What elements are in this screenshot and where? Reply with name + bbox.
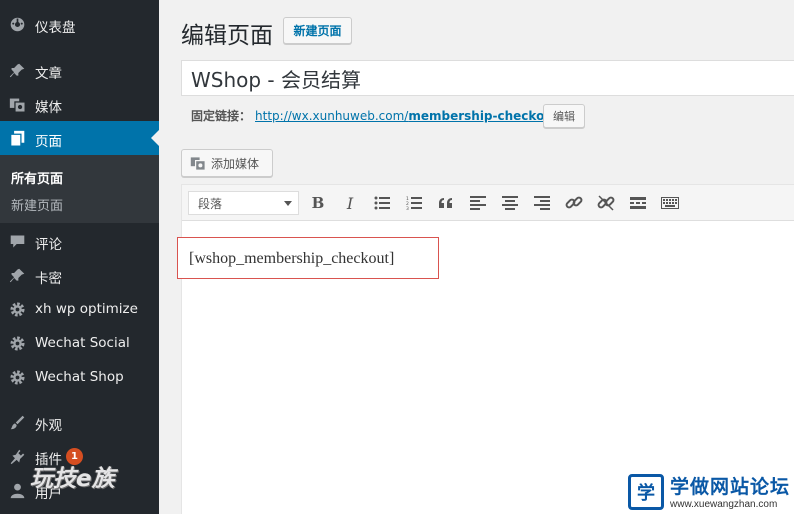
read-more-icon[interactable] — [626, 191, 650, 215]
sidebar-item-kami[interactable]: 卡密 — [0, 258, 159, 292]
edit-permalink-button[interactable]: 编辑 — [543, 104, 585, 128]
sidebar-item-label: 评论 — [35, 237, 62, 253]
sidebar-item-dashboard[interactable]: 仪表盘 — [0, 7, 159, 41]
current-indicator — [151, 130, 159, 146]
watermark-title: 学做网站论坛 — [670, 476, 791, 498]
sidebar-item-wechat-social[interactable]: Wechat Social — [0, 326, 159, 360]
numbered-list-icon[interactable]: 123 — [402, 191, 426, 215]
sidebar-item-label: Wechat Social — [35, 335, 130, 351]
sidebar-item-posts[interactable]: 文章 — [0, 53, 159, 87]
align-center-icon[interactable] — [498, 191, 522, 215]
editor-toolbar: 段落 B I 123 — [182, 185, 794, 221]
link-icon[interactable] — [562, 191, 586, 215]
toolbar-toggle-icon[interactable] — [658, 191, 682, 215]
pin-icon — [8, 61, 26, 79]
bullet-list-icon[interactable] — [370, 191, 394, 215]
add-media-button[interactable]: 添加媒体 — [181, 149, 273, 177]
gear-icon — [8, 368, 26, 386]
sidebar-item-label: 卡密 — [35, 271, 62, 287]
sidebar-item-appearance[interactable]: 外观 — [0, 405, 159, 439]
shortcode-highlight: [wshop_membership_checkout] — [177, 237, 439, 279]
media-icon — [8, 95, 26, 113]
sidebar-item-media[interactable]: 媒体 — [0, 87, 159, 121]
gear-icon — [8, 334, 26, 352]
post-title-input[interactable]: WShop - 会员结算 — [181, 60, 794, 96]
unlink-icon[interactable] — [594, 191, 618, 215]
watermark-url: www.xuewangzhan.com — [670, 499, 778, 510]
sidebar-item-label: 媒体 — [35, 100, 62, 116]
page-title: 编辑页面 — [181, 23, 273, 49]
permalink-link[interactable]: http://wx.xunhuweb.com/membership-checko… — [255, 109, 559, 123]
gear-icon — [8, 300, 26, 318]
editor-content[interactable]: [wshop_membership_checkout] — [189, 250, 394, 268]
svg-text:3: 3 — [406, 206, 409, 210]
sidebar-item-xh-wp-optimize[interactable]: xh wp optimize — [0, 292, 159, 326]
align-right-icon[interactable] — [530, 191, 554, 215]
sidebar-item-label: 文章 — [35, 66, 62, 82]
submenu-all-pages[interactable]: 所有页面 — [11, 168, 63, 187]
dashboard-icon — [8, 15, 26, 33]
user-icon — [8, 481, 26, 499]
sidebar-item-label: 仪表盘 — [35, 20, 76, 36]
pages-submenu: 所有页面 新建页面 — [0, 155, 159, 223]
submenu-new-page[interactable]: 新建页面 — [11, 195, 63, 214]
sidebar-item-label: 外观 — [35, 418, 62, 434]
sidebar-item-label: xh wp optimize — [35, 301, 138, 317]
blockquote-icon[interactable] — [434, 191, 458, 215]
permalink-label: 固定链接： — [191, 109, 252, 123]
sidebar-item-label: 页面 — [35, 134, 62, 150]
plugin-icon — [8, 447, 26, 465]
add-media-label: 添加媒体 — [211, 156, 260, 171]
watermark-xuewangzhan: 学 学做网站论坛 www.xuewangzhan.com — [628, 472, 794, 514]
pin-icon — [8, 266, 26, 284]
format-select[interactable]: 段落 — [188, 191, 299, 215]
sidebar-item-wechat-shop[interactable]: Wechat Shop — [0, 360, 159, 394]
admin-sidebar: 仪表盘 文章 媒体 页面 所有页面 新建页面 评论 卡密 xh wp optim… — [0, 0, 159, 514]
sidebar-item-comments[interactable]: 评论 — [0, 224, 159, 258]
pages-icon — [8, 129, 26, 147]
permalink-slug: membership-checkout — [408, 109, 559, 123]
watermark-wanji: 玩技e族 — [30, 466, 115, 492]
format-select-value: 段落 — [198, 196, 223, 211]
permalink: 固定链接： http://wx.xunhuweb.com/membership-c… — [191, 107, 559, 124]
add-new-page-button[interactable]: 新建页面 — [283, 17, 352, 44]
content-editor[interactable]: 段落 B I 123 [wshop_membership_checkout] — [177, 184, 794, 514]
sidebar-item-label: Wechat Shop — [35, 369, 124, 385]
italic-icon[interactable]: I — [338, 191, 362, 215]
bold-icon[interactable]: B — [306, 191, 330, 215]
chevron-down-icon — [284, 201, 292, 206]
comment-icon — [8, 232, 26, 250]
brush-icon — [8, 413, 26, 431]
sidebar-item-pages[interactable]: 页面 — [0, 121, 159, 155]
watermark-logo: 学 — [628, 474, 664, 510]
permalink-base: http://wx.xunhuweb.com/ — [255, 109, 409, 123]
media-icon — [190, 155, 206, 171]
align-left-icon[interactable] — [466, 191, 490, 215]
